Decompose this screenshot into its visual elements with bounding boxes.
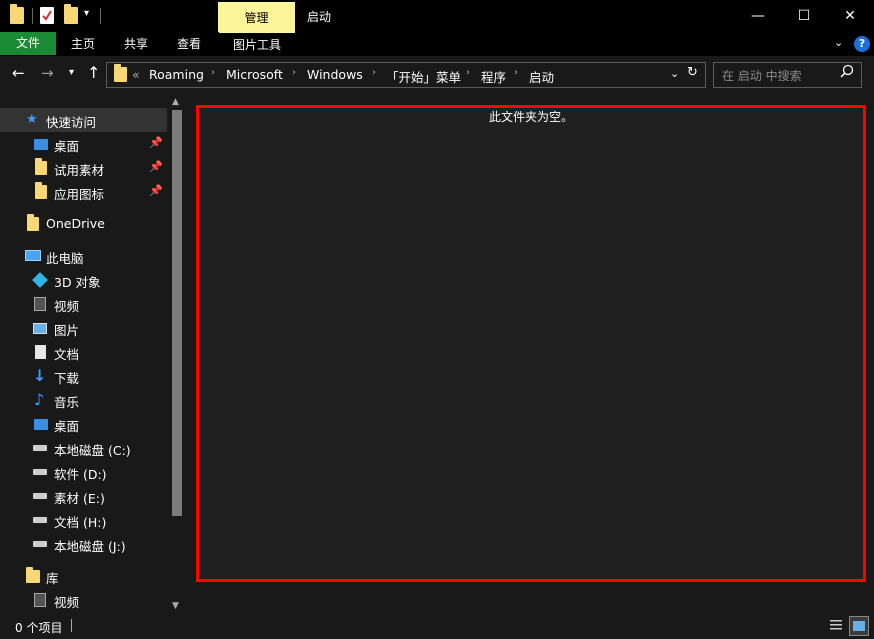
close-button[interactable]: ✕ bbox=[827, 0, 873, 32]
help-icon[interactable]: ? bbox=[854, 36, 870, 52]
pin-icon: 📌 bbox=[149, 160, 163, 173]
back-icon[interactable]: ← bbox=[12, 64, 25, 82]
nav-item-this-pc[interactable]: 此电脑 bbox=[0, 244, 167, 268]
tab-manage[interactable]: 管理 bbox=[218, 2, 295, 32]
details-view-icon[interactable] bbox=[827, 616, 845, 634]
pin-icon: 📌 bbox=[149, 184, 163, 197]
tab-file[interactable]: 文件 bbox=[0, 32, 56, 55]
breadcrumb-startup[interactable]: 启动 bbox=[529, 67, 554, 86]
drive-icon bbox=[33, 541, 47, 547]
nav-item-desktop-pinned[interactable]: 桌面 📌 bbox=[0, 132, 167, 156]
nav-item-onedrive[interactable]: OneDrive bbox=[0, 212, 167, 236]
expand-ribbon-icon[interactable]: ⌄ bbox=[834, 36, 843, 49]
chevron-right-icon[interactable]: › bbox=[514, 67, 518, 78]
status-bar bbox=[0, 614, 874, 639]
nav-item-downloads[interactable]: ↓ 下载 bbox=[0, 364, 167, 388]
nav-item-desktop[interactable]: 桌面 bbox=[0, 412, 167, 436]
tab-share[interactable]: 共享 bbox=[124, 32, 148, 55]
breadcrumb-microsoft[interactable]: Microsoft bbox=[226, 67, 283, 82]
breadcrumb-overflow[interactable]: « bbox=[132, 67, 140, 82]
desktop-icon bbox=[34, 419, 48, 430]
refresh-icon[interactable]: ↻ bbox=[687, 65, 698, 80]
nav-item-library-videos[interactable]: 视频 bbox=[0, 588, 167, 612]
video-icon bbox=[34, 297, 46, 311]
separator bbox=[71, 619, 72, 632]
separator bbox=[100, 8, 101, 24]
chevron-right-icon[interactable]: › bbox=[466, 67, 470, 78]
3d-objects-icon bbox=[32, 272, 48, 288]
nav-item-app-icons[interactable]: 应用图标 📌 bbox=[0, 180, 167, 204]
search-placeholder: 在 启动 中搜索 bbox=[722, 69, 802, 83]
tab-home[interactable]: 主页 bbox=[71, 32, 95, 55]
chevron-right-icon[interactable]: › bbox=[292, 67, 296, 78]
folder-icon bbox=[114, 64, 127, 82]
scroll-up-icon[interactable]: ▲ bbox=[172, 97, 179, 107]
nav-item-music[interactable]: ♪ 音乐 bbox=[0, 388, 167, 412]
folder-icon bbox=[35, 182, 47, 199]
address-dropdown-icon[interactable]: ⌄ bbox=[670, 67, 679, 80]
documents-icon bbox=[35, 345, 46, 359]
item-count: 0 个项目 bbox=[15, 621, 63, 635]
star-icon: ★ bbox=[26, 112, 38, 127]
customize-toolbar-icon[interactable]: ▾ bbox=[84, 8, 89, 19]
library-icon bbox=[26, 567, 40, 583]
search-icon[interactable] bbox=[840, 64, 854, 81]
pictures-icon bbox=[33, 323, 47, 334]
nav-item-libraries[interactable]: 库 bbox=[0, 564, 167, 588]
tab-picture-tools[interactable]: 图片工具 bbox=[219, 32, 295, 56]
nav-item-pictures[interactable]: 图片 bbox=[0, 316, 167, 340]
minimize-button[interactable]: — bbox=[735, 0, 781, 32]
empty-folder-area[interactable] bbox=[196, 105, 866, 582]
window-title: 启动 bbox=[307, 10, 332, 24]
nav-item-videos[interactable]: 视频 bbox=[0, 292, 167, 316]
empty-folder-message: 此文件夹为空。 bbox=[488, 110, 573, 124]
drive-icon bbox=[33, 445, 47, 451]
breadcrumb-start-menu[interactable]: 「开始」菜单 bbox=[386, 67, 461, 86]
download-icon: ↓ bbox=[33, 366, 47, 385]
music-icon: ♪ bbox=[34, 390, 45, 409]
chevron-right-icon[interactable]: › bbox=[211, 67, 215, 78]
breadcrumb-programs[interactable]: 程序 bbox=[481, 67, 506, 86]
drive-icon bbox=[33, 493, 47, 499]
nav-item-drive-h[interactable]: 文档 (H:) bbox=[0, 508, 167, 532]
computer-icon bbox=[25, 250, 41, 261]
tab-view[interactable]: 查看 bbox=[177, 32, 201, 55]
nav-item-trial-materials[interactable]: 试用素材 📌 bbox=[0, 156, 167, 180]
nav-item-drive-c[interactable]: 本地磁盘 (C:) bbox=[0, 436, 167, 460]
desktop-icon bbox=[34, 139, 48, 150]
nav-item-3d-objects[interactable]: 3D 对象 bbox=[0, 268, 167, 292]
recent-locations-icon[interactable]: ▾ bbox=[69, 67, 74, 78]
up-icon[interactable]: ↑ bbox=[87, 63, 100, 82]
large-icons-view-icon[interactable] bbox=[849, 616, 869, 636]
folder-icon bbox=[27, 214, 39, 231]
scroll-thumb[interactable] bbox=[172, 110, 182, 516]
properties-icon[interactable] bbox=[40, 7, 54, 24]
pin-icon: 📌 bbox=[149, 136, 163, 149]
maximize-button[interactable]: ☐ bbox=[781, 0, 827, 32]
chevron-right-icon[interactable]: › bbox=[372, 67, 376, 78]
scroll-down-icon[interactable]: ▼ bbox=[172, 601, 179, 611]
nav-item-documents[interactable]: 文档 bbox=[0, 340, 167, 364]
separator bbox=[32, 8, 33, 24]
breadcrumb-roaming[interactable]: Roaming bbox=[149, 67, 204, 82]
drive-icon bbox=[33, 469, 47, 475]
breadcrumb-windows[interactable]: Windows bbox=[307, 67, 363, 82]
nav-item-drive-d[interactable]: 软件 (D:) bbox=[0, 460, 167, 484]
folder-icon bbox=[35, 158, 47, 175]
nav-item-drive-j[interactable]: 本地磁盘 (J:) bbox=[0, 532, 167, 556]
video-icon bbox=[34, 593, 46, 607]
drive-icon bbox=[33, 517, 47, 523]
folder-icon[interactable] bbox=[10, 4, 24, 24]
new-folder-icon[interactable] bbox=[64, 4, 78, 24]
nav-item-drive-e[interactable]: 素材 (E:) bbox=[0, 484, 167, 508]
forward-icon[interactable]: → bbox=[41, 64, 54, 82]
nav-item-quick-access[interactable]: ★ 快速访问 bbox=[0, 108, 167, 132]
